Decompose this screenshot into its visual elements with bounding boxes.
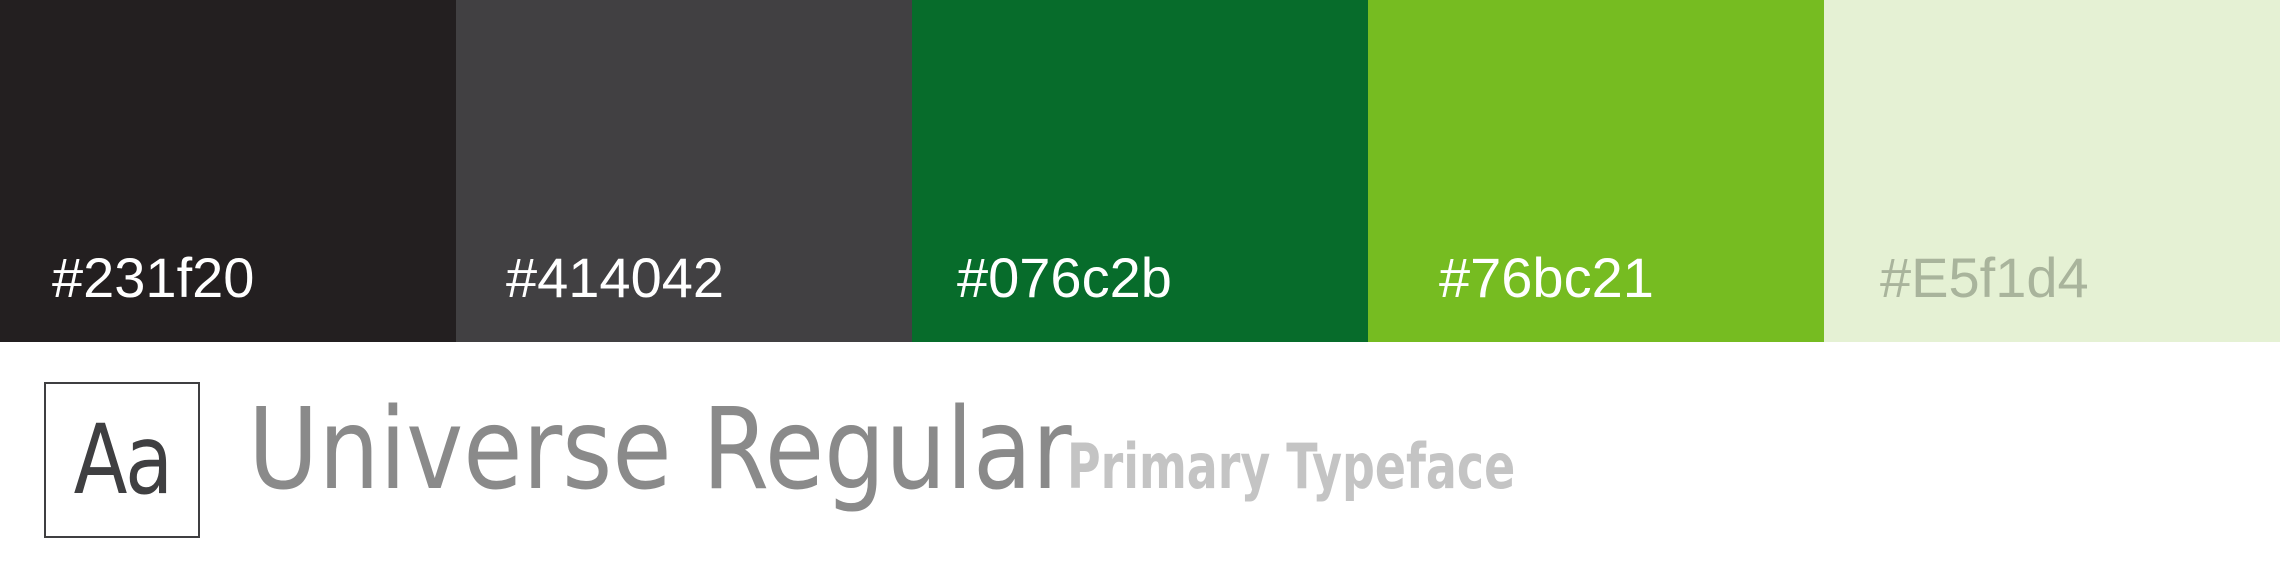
- swatch-5-hex-label: #E5f1d4: [1880, 246, 2089, 309]
- typeface-name: Universe Regular: [248, 385, 1072, 515]
- swatch-1-hex-label: #231f20: [52, 246, 255, 309]
- swatch-2-hex-label: #414042: [506, 246, 725, 309]
- typeface-role: Primary Typeface: [1067, 430, 1516, 503]
- swatch-3: #076c2b: [912, 0, 1368, 342]
- glyph-sample-box: Aa: [44, 382, 200, 538]
- swatch-1: #231f20: [0, 0, 456, 342]
- swatch-3-hex-label: #076c2b: [957, 246, 1172, 309]
- swatch-2: #414042: [456, 0, 912, 342]
- swatch-4-hex-label: #76bc21: [1439, 246, 1654, 309]
- swatch-5: #E5f1d4: [1824, 0, 2280, 342]
- swatch-4: #76bc21: [1368, 0, 1824, 342]
- color-palette: #231f20 #414042 #076c2b #76bc21 #E5f1d4: [0, 0, 2280, 342]
- typeface-specimen: Aa Universe Regular Primary Typeface: [0, 342, 2280, 582]
- glyph-sample-text: Aa: [73, 404, 173, 516]
